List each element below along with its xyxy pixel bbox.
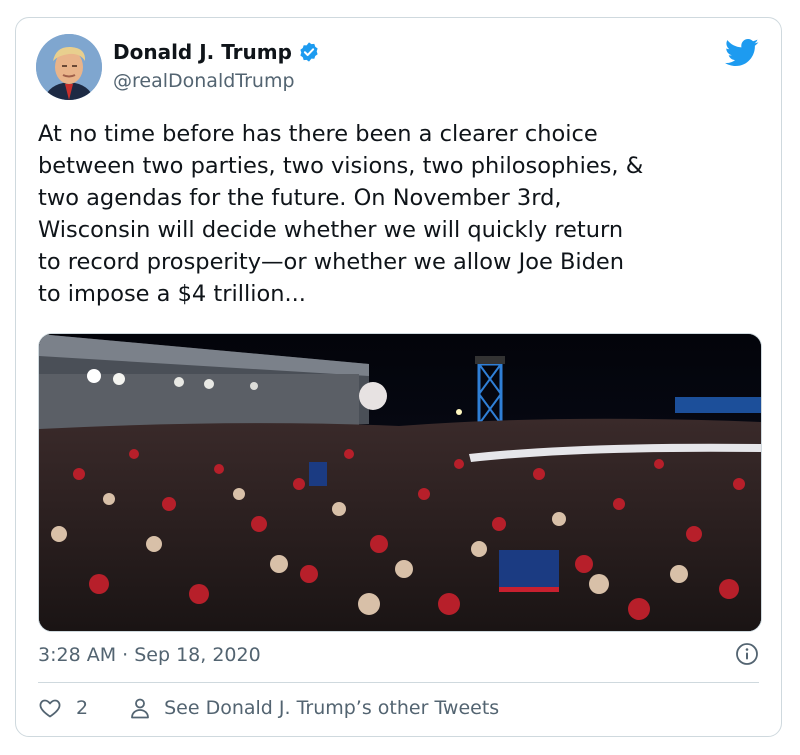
like-button[interactable]: 2 [38, 696, 88, 720]
like-count: 2 [76, 697, 89, 719]
heart-icon [39, 699, 61, 718]
rally-crowd-image [39, 334, 761, 631]
author-name[interactable]: Donald J. Trump [113, 40, 292, 64]
info-icon[interactable] [735, 642, 759, 666]
author-name-row: Donald J. Trump [113, 40, 320, 64]
author-handle[interactable]: @realDonaldTrump [113, 70, 295, 92]
divider [38, 682, 759, 683]
tweet-actions: 2 See Donald J. Trump’s other Tweets [38, 696, 499, 720]
see-other-tweets-link[interactable]: See Donald J. Trump’s other Tweets [128, 696, 499, 720]
twitter-bird-icon[interactable] [725, 38, 759, 68]
see-other-tweets-label: See Donald J. Trump’s other Tweets [164, 697, 500, 719]
tweet-timestamp[interactable]: 3:28 AM · Sep 18, 2020 [38, 644, 261, 666]
tweet-card: Donald J. Trump @realDonaldTrump At no t… [15, 17, 782, 737]
verified-badge-icon [300, 42, 318, 62]
tweet-text: At no time before has there been a clear… [38, 121, 644, 307]
avatar[interactable] [36, 34, 102, 100]
avatar-image [36, 34, 102, 100]
tweet-photo[interactable] [38, 333, 762, 632]
person-icon [131, 698, 149, 719]
